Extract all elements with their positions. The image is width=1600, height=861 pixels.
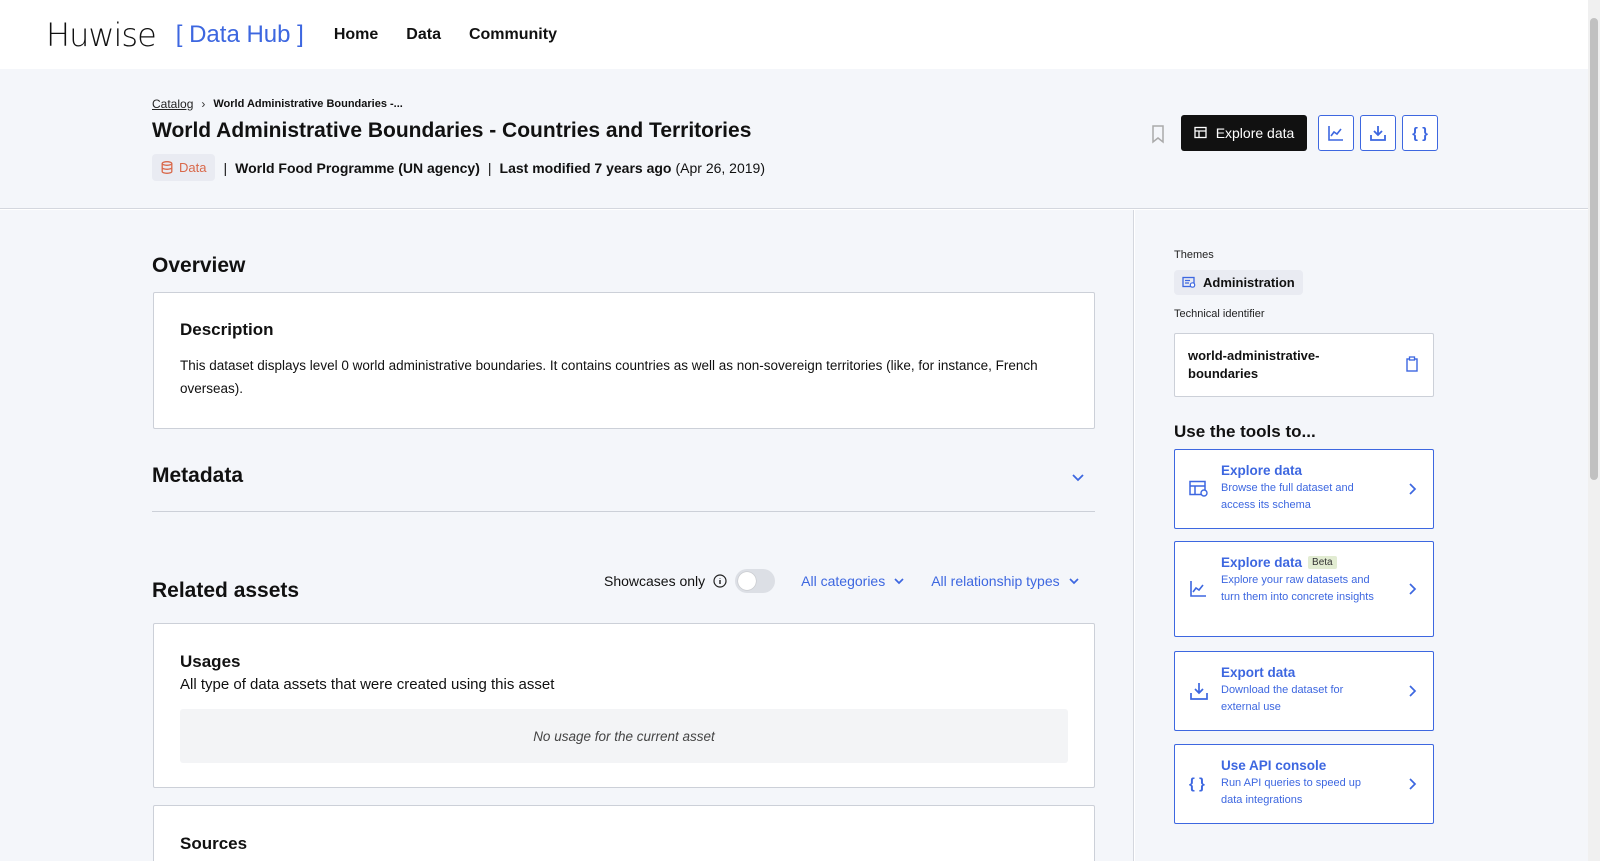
chevron-right-icon [1409,483,1417,495]
clipboard-icon[interactable] [1405,356,1419,372]
nav-community-link[interactable]: Community [469,26,557,44]
theme-administration-icon [1182,276,1196,288]
publisher: World Food Programme (UN agency) [235,159,480,176]
analyze-button[interactable] [1318,115,1354,151]
nav-home-link[interactable]: Home [334,26,378,44]
theme-label: Administration [1203,275,1295,290]
showcases-toggle[interactable] [735,569,776,593]
modified-label: Last modified 7 years ago [499,159,672,176]
metadata-heading: Metadata [152,464,244,487]
main-content: Overview Description This dataset displa… [0,210,1134,861]
page-title: World Administrative Boundaries - Countr… [152,119,752,142]
chevron-right-icon: › [201,97,206,111]
braces-icon: { } [1189,775,1205,793]
top-nav: Huwise [ Data Hub ] Home Data Community [0,0,1588,69]
sources-title: Sources [180,834,248,853]
technical-identifier-box: world-administrative-boundaries [1174,333,1434,397]
breadcrumb: Catalog › World Administrative Boundarie… [152,97,403,111]
tool-text: Use API console Run API queries to speed… [1221,758,1381,809]
technical-identifier-value: world-administrative-boundaries [1188,348,1320,381]
info-icon[interactable] [713,574,727,588]
type-badge-label: Data [179,160,207,175]
separator: | [223,159,228,176]
description-text: This dataset displays level 0 world admi… [180,358,1038,396]
relationship-types-dropdown-label: All relationship types [931,573,1060,589]
chevron-down-icon[interactable] [1071,470,1085,484]
data-hub-label[interactable]: [ Data Hub ] [176,21,304,49]
explore-data-button[interactable]: Explore data [1181,115,1307,151]
related-filters: Showcases only All categories All relati… [604,569,1080,593]
tool-description: Run API queries to speed up data integra… [1221,777,1362,806]
tool-title: Use API console [1221,758,1327,773]
tool-title: Explore data [1221,555,1303,570]
database-icon [161,161,173,174]
chevron-down-icon [894,578,904,585]
overview-heading: Overview [152,254,246,277]
usages-empty-state: No usage for the current asset [180,709,1068,763]
related-assets-heading: Related assets [152,579,300,602]
tool-text: Explore data Browse the full dataset and… [1221,463,1381,514]
description-title: Description [180,320,274,339]
tool-explore-data[interactable]: Explore data Browse the full dataset and… [1174,449,1434,529]
chevron-right-icon [1409,778,1417,790]
theme-chip[interactable]: Administration [1174,270,1303,295]
usages-title: Usages [180,652,241,671]
chart-search-icon [1190,581,1206,597]
type-badge: Data [152,154,216,181]
metadata-section[interactable]: Metadata [152,464,1095,512]
chart-search-icon [1328,126,1343,141]
relationship-types-dropdown[interactable]: All relationship types [931,573,1079,589]
tools-heading: Use the tools to... [1174,422,1316,441]
categories-dropdown-label: All categories [801,573,886,589]
tool-description: Browse the full dataset and access its s… [1221,482,1354,511]
themes-label: Themes [1174,249,1214,261]
tool-title: Explore data [1221,463,1303,478]
api-console-button[interactable]: { } [1402,115,1438,151]
modified-date: (Apr 26, 2019) [675,159,765,176]
asset-header: Catalog › World Administrative Boundarie… [0,69,1588,209]
breadcrumb-current: World Administrative Boundaries -... [213,98,403,110]
braces-icon: { } [1412,124,1428,142]
table-search-icon [1189,480,1208,497]
tool-title-row: Explore data Beta [1221,555,1381,570]
chevron-right-icon [1409,583,1417,595]
tool-description: Explore your raw datasets and turn them … [1221,574,1374,603]
separator: | [487,159,492,176]
scrollbar-thumb[interactable] [1590,18,1598,480]
tool-title: Export data [1221,665,1296,680]
usages-subtitle: All type of data assets that were create… [180,676,555,693]
tool-text: Explore data Beta Explore your raw datas… [1221,555,1381,606]
export-button[interactable] [1360,115,1396,151]
asset-meta: Data | World Food Programme (UN agency) … [152,154,765,181]
bookmark-icon[interactable] [1150,124,1166,144]
table-search-icon [1194,126,1207,139]
tool-export-data[interactable]: Export data Download the dataset for ext… [1174,651,1434,731]
beta-badge: Beta [1308,556,1337,569]
technical-identifier-label: Technical identifier [1174,308,1265,320]
tool-api-console[interactable]: { } Use API console Run API queries to s… [1174,744,1434,824]
categories-dropdown[interactable]: All categories [801,573,905,589]
nav-data-link[interactable]: Data [406,26,441,44]
explore-data-button-label: Explore data [1215,125,1295,141]
sidebar: Themes Administration Technical identifi… [1135,210,1588,861]
download-icon [1190,683,1208,700]
chevron-down-icon [1069,578,1079,585]
chevron-right-icon [1409,685,1417,697]
tool-explore-data-beta[interactable]: Explore data Beta Explore your raw datas… [1174,541,1434,637]
download-icon [1370,126,1386,141]
description-card: Description This dataset displays level … [153,292,1095,429]
breadcrumb-catalog-link[interactable]: Catalog [152,97,193,111]
sources-card: Sources [153,805,1095,861]
tool-text: Export data Download the dataset for ext… [1221,665,1381,716]
usages-card: Usages All type of data assets that were… [153,623,1095,788]
showcases-label: Showcases only [604,573,706,589]
tool-description: Download the dataset for external use [1221,684,1344,713]
page-scrollbar[interactable] [1588,0,1600,861]
logo[interactable]: Huwise [46,16,157,54]
toggle-knob [738,572,757,590]
